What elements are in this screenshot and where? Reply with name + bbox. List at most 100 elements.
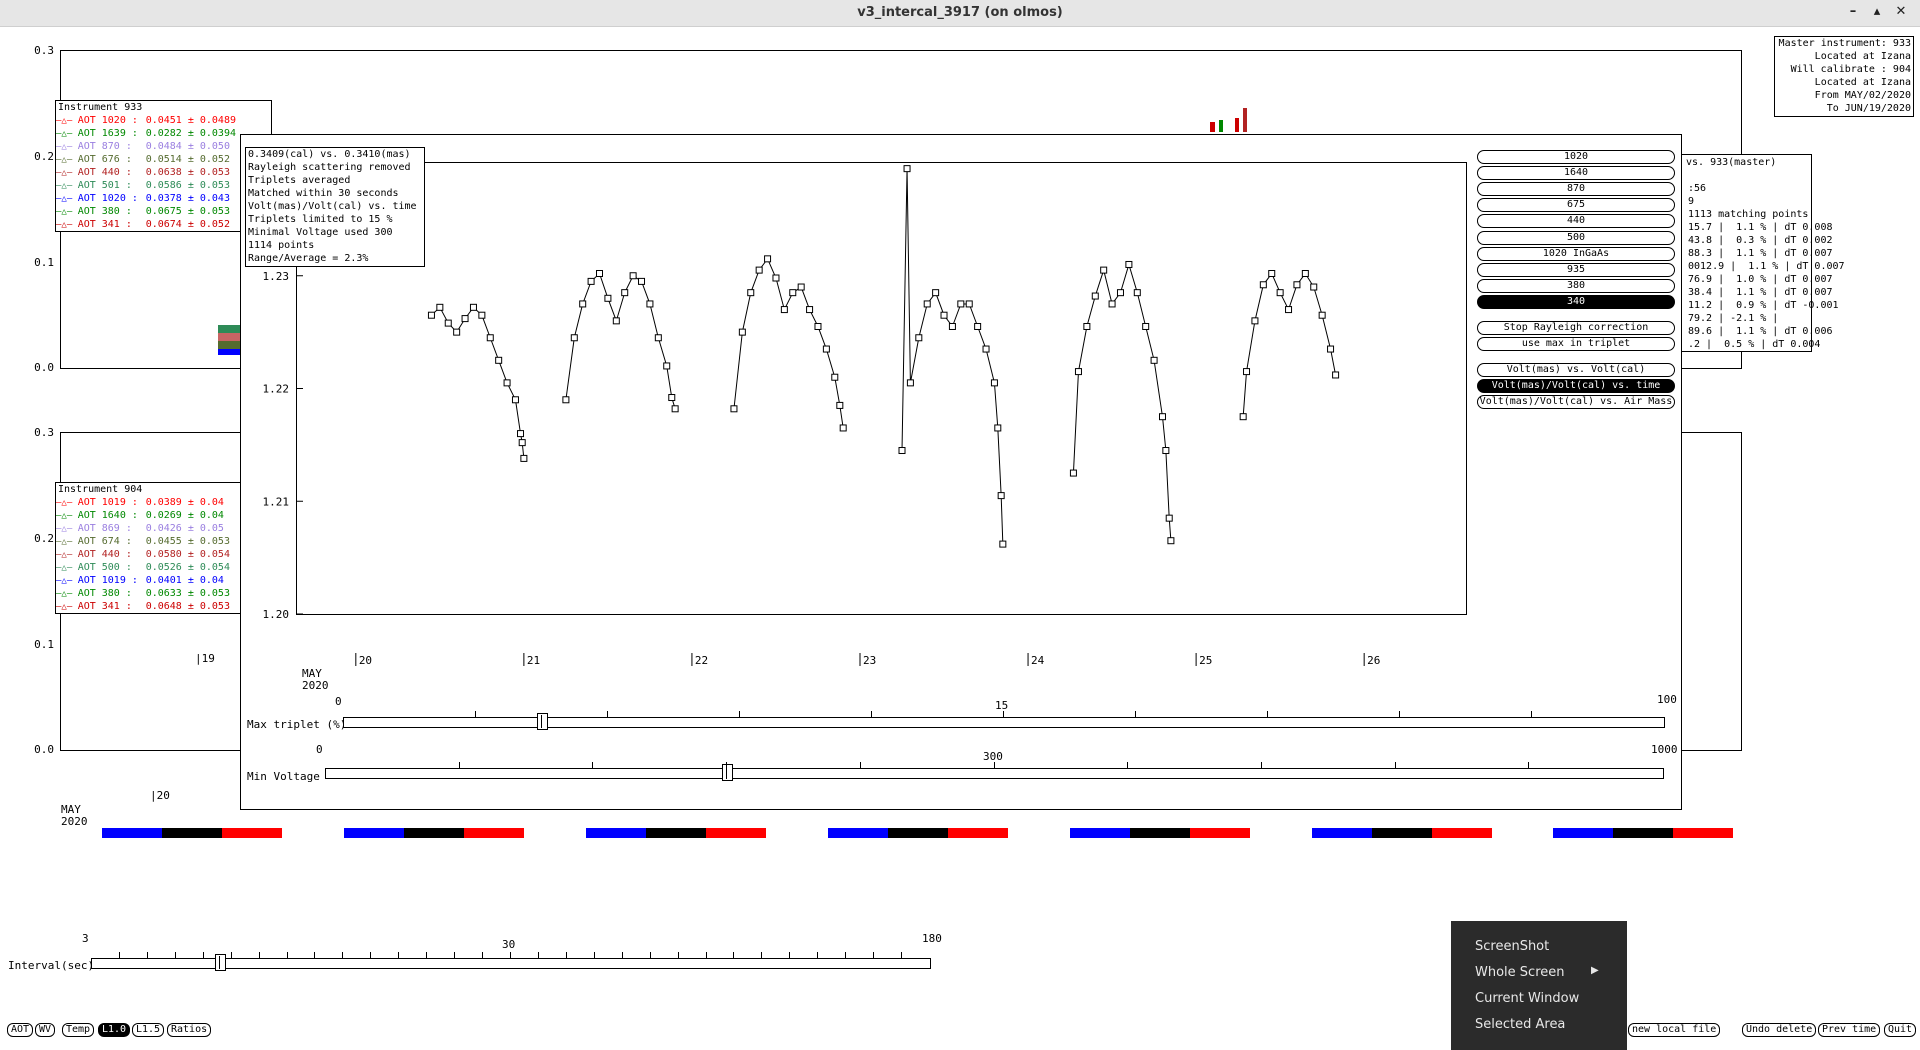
slider-tick (118, 952, 120, 958)
submenu-arrow-icon: ▶ (1591, 965, 1599, 976)
match-info-line: 1114 points (248, 240, 315, 251)
max-triplet-thumb[interactable] (537, 713, 548, 730)
close-icon[interactable]: ✕ (1892, 4, 1910, 22)
legend-label: AOT 380 : (77, 206, 132, 217)
stats-line: vs. 933(master) (1686, 157, 1777, 168)
data-point (1108, 300, 1116, 308)
x-tick-label: 21 (527, 654, 540, 667)
series-marker-icon: —△— (56, 537, 78, 547)
data-point (974, 322, 982, 330)
wavelength-button[interactable]: 1020 InGaAs (1477, 246, 1675, 261)
max-triplet-label: Max triplet (%) (247, 718, 347, 731)
slider-tick (845, 952, 847, 958)
data-point (1074, 368, 1082, 376)
screenshot-context-menu: ScreenShot Whole Screen ▶ Current Window… (1451, 921, 1627, 1050)
wavelength-button[interactable]: 1640 (1477, 166, 1675, 181)
slider-tick (565, 952, 567, 958)
cal-location: Located at Izana (1814, 77, 1911, 88)
undo-delete-button[interactable]: Undo delete (1742, 1023, 1817, 1037)
triplet-bar-segment (162, 828, 222, 838)
data-point (780, 306, 788, 314)
mode-button-ratios[interactable]: Ratios (167, 1023, 212, 1037)
menu-item-whole-screen[interactable]: Whole Screen (1475, 965, 1564, 980)
mode-button-temp[interactable]: Temp (62, 1023, 95, 1037)
menu-item-current-window[interactable]: Current Window (1475, 991, 1579, 1006)
legend-entry: —△— AOT 869 : 0.0426 ± 0.05 (56, 522, 271, 535)
legend-label: AOT 440 : (77, 167, 132, 178)
legend-value: 0.0484 ± 0.050 (145, 141, 230, 152)
legend-label: AOT 440 : (77, 549, 132, 560)
data-point (654, 334, 662, 342)
slider-tick (1528, 762, 1530, 768)
triplet-bar-segment (344, 828, 404, 838)
legend-label: AOT 501 : (77, 180, 132, 191)
mode-button-aot[interactable]: AOT (7, 1023, 34, 1037)
slider-tick (761, 952, 763, 958)
legend-label: AOT 1639 : (77, 128, 138, 139)
slider-tick (871, 711, 872, 717)
x-tick-label: 24 (1031, 654, 1045, 667)
data-point (789, 289, 797, 297)
data-point (1133, 289, 1141, 297)
plot-mode-button[interactable]: Volt(mas)/Volt(cal) vs. Air Mass (1477, 395, 1675, 409)
menu-item-screenshot[interactable]: ScreenShot (1475, 939, 1549, 954)
use-max-triplet-button[interactable]: use max in triplet (1477, 337, 1675, 351)
will-calibrate: Will calibrate : 904 (1790, 64, 1911, 75)
min-voltage-slider[interactable] (325, 768, 1664, 779)
data-point (1268, 269, 1276, 277)
data-point (755, 266, 763, 274)
data-point (1301, 269, 1309, 277)
legend-title: Instrument 904 (58, 484, 143, 495)
y-tick-label: 1.20 (263, 608, 290, 621)
x-tick-label: 25 (1199, 654, 1212, 667)
data-point (427, 311, 435, 319)
legend-entry: —△— AOT 380 : 0.0633 ± 0.053 (56, 587, 271, 600)
quit-button[interactable]: Quit (1884, 1023, 1917, 1037)
ratio-chart: 1.20 1.21 1.22 1.23 20 21 22 23 24 25 26 (263, 165, 1380, 667)
data-point (1276, 289, 1284, 297)
stop-rayleigh-button[interactable]: Stop Rayleigh correction (1477, 321, 1675, 335)
minimize-icon[interactable]: – (1844, 4, 1862, 22)
prev-time-button[interactable]: Prev time (1818, 1023, 1881, 1037)
wavelength-button[interactable]: 675 (1477, 198, 1675, 213)
slider-tick (726, 762, 728, 768)
interval-thumb[interactable] (215, 954, 227, 971)
menu-item-selected-area[interactable]: Selected Area (1475, 1017, 1565, 1032)
wavelength-button[interactable]: 1020 (1477, 150, 1675, 164)
slider-tick (1531, 711, 1532, 717)
interval-label: Interval(sec) (8, 959, 95, 972)
series-marker-icon: —△— (56, 602, 78, 612)
new-local-file-button[interactable]: new local file (1628, 1023, 1721, 1037)
wavelength-button[interactable]: 340 (1477, 294, 1675, 309)
data-point (1150, 356, 1158, 364)
top-ytick: 0.0 (34, 361, 54, 374)
maximize-icon[interactable]: ▴ (1868, 4, 1886, 22)
plot-mode-button[interactable]: Volt(mas) vs. Volt(cal) (1477, 363, 1675, 377)
legend-value: 0.0401 ± 0.04 (145, 575, 224, 586)
wavelength-button[interactable]: 380 (1477, 278, 1675, 293)
legend-entry: —△— AOT 1639 : 0.0282 ± 0.0394 (56, 127, 271, 140)
legend-entry: —△— AOT 1020 : 0.0451 ± 0.0489 (56, 114, 271, 127)
data-point (1259, 281, 1267, 289)
mode-button-l15[interactable]: L1.5 (132, 1023, 165, 1037)
triplet-bar-segment (102, 828, 162, 838)
wavelength-button[interactable]: 870 (1477, 182, 1675, 197)
data-point (806, 306, 814, 314)
min-voltage-thumb[interactable] (722, 764, 734, 781)
data-point (1142, 322, 1150, 330)
legend-value: 0.0269 ± 0.04 (145, 510, 224, 521)
data-point (999, 540, 1007, 548)
plot-mode-button[interactable]: Volt(mas)/Volt(cal) vs. time (1477, 379, 1675, 393)
stats-line (1686, 169, 1811, 182)
legend-value: 0.0378 ± 0.043 (145, 193, 230, 204)
x-tick-label: 26 (1367, 654, 1380, 667)
wavelength-button[interactable]: 935 (1477, 262, 1675, 277)
x-tick-label: 23 (863, 654, 876, 667)
slider-tick (649, 952, 651, 958)
data-point (1318, 311, 1326, 319)
mode-button-l10[interactable]: L1.0 (98, 1023, 131, 1037)
slider-tick (1394, 762, 1396, 768)
mode-button-wv[interactable]: WV (35, 1023, 56, 1037)
wavelength-button[interactable]: 440 (1477, 214, 1675, 229)
wavelength-button[interactable]: 500 (1477, 230, 1675, 245)
